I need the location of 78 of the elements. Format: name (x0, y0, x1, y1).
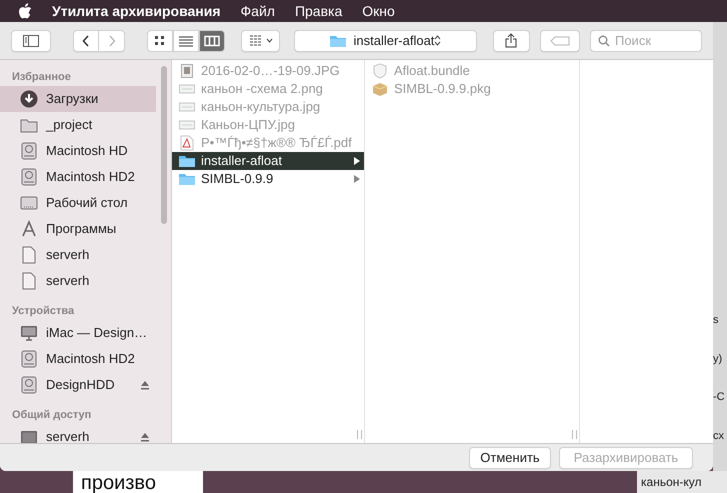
package-icon (372, 82, 388, 96)
sidebar-item[interactable]: Загрузки (0, 86, 156, 112)
document-icon (22, 246, 36, 264)
tag-icon (550, 36, 570, 46)
shield-icon (373, 63, 387, 79)
column-resize-handle[interactable] (572, 430, 577, 439)
sidebar-section-title: Общий доступ (11, 408, 92, 423)
file-row[interactable]: installer-afloat (172, 152, 364, 170)
desktop-icon (20, 195, 38, 211)
sidebar-item[interactable]: Программы (0, 216, 156, 242)
apple-logo-icon[interactable] (18, 3, 32, 19)
eject-icon (140, 380, 150, 390)
path-popup-button[interactable]: installer-afloat (294, 30, 477, 52)
image-file-icon (179, 119, 195, 131)
background-text: каньон-кул (641, 474, 702, 491)
triangle-right-icon (354, 175, 360, 183)
scrollbar-thumb[interactable] (161, 66, 167, 224)
hard-drive-icon (21, 376, 37, 394)
view-mode-button[interactable] (173, 30, 200, 52)
image-file-icon (179, 83, 195, 95)
arrange-menu-button[interactable] (241, 30, 280, 52)
apps-icon (20, 220, 38, 238)
file-row[interactable]: SIMBL-0.9.9 (172, 170, 364, 188)
sidebar-toggle-button[interactable] (11, 30, 52, 52)
sidebar-item[interactable]: Macintosh HD (0, 138, 156, 164)
photo-file-icon (181, 64, 193, 78)
background-text: y) (713, 352, 722, 366)
column-resize-handle[interactable] (357, 430, 362, 439)
hard-drive-icon (21, 142, 37, 160)
folder-icon (20, 117, 38, 133)
monitor-icon (20, 430, 38, 443)
sidebar-item[interactable]: serverh (0, 268, 156, 294)
search-field[interactable]: Поиск (590, 30, 702, 52)
arrange-icon (248, 35, 263, 46)
hard-drive-icon (21, 168, 37, 186)
back-button[interactable] (73, 30, 100, 52)
chevron-left-icon (82, 34, 90, 46)
view-mode-button[interactable] (147, 30, 174, 52)
menu-item[interactable]: Файл (240, 0, 275, 22)
share-icon (505, 33, 518, 48)
dialog-button[interactable]: Отменить (469, 446, 551, 468)
background-text: произво (81, 473, 156, 493)
background-text: сх (713, 428, 724, 444)
background-text: -С (713, 390, 725, 405)
view-mode-button[interactable] (199, 30, 226, 52)
download-icon (20, 90, 38, 108)
sidebar-item[interactable]: iMac — Design… (0, 320, 156, 346)
updown-chevron-icon (434, 35, 442, 46)
chevron-down-icon (266, 38, 273, 43)
eject-icon (140, 432, 150, 442)
sidebar-icon (23, 34, 40, 46)
background-text: s (713, 313, 718, 328)
document-icon (22, 272, 36, 290)
menu-item[interactable]: Правка (294, 0, 342, 22)
pdf-file-icon (180, 135, 194, 151)
folder-icon (178, 154, 196, 168)
list-icon (178, 34, 194, 46)
triangle-right-icon (354, 157, 360, 165)
share-button[interactable] (492, 30, 530, 52)
monitor-icon (20, 324, 38, 342)
sidebar-item[interactable]: Macintosh HD2 (0, 164, 156, 190)
image-file-icon (179, 101, 195, 113)
sidebar-section-title: Устройства (11, 304, 76, 319)
sidebar-item[interactable]: Macintosh HD2 (0, 346, 156, 372)
chevron-right-icon (108, 34, 116, 46)
sidebar-item[interactable]: _project (0, 112, 156, 138)
search-icon (598, 34, 610, 46)
folder-icon (178, 172, 196, 186)
grid-icon (154, 34, 166, 46)
hard-drive-icon (21, 350, 37, 368)
sidebar-item[interactable]: Рабочий стол (0, 190, 156, 216)
sidebar-item[interactable]: serverh (0, 242, 156, 268)
sidebar-section-title: Избранное (11, 70, 72, 85)
sidebar-item[interactable]: DesignHDD (0, 372, 156, 398)
columns-icon (204, 34, 220, 46)
menu-app-name[interactable]: Утилита архивирования (52, 0, 221, 22)
menu-item[interactable]: Окно (362, 0, 395, 22)
folder-icon (329, 34, 348, 48)
